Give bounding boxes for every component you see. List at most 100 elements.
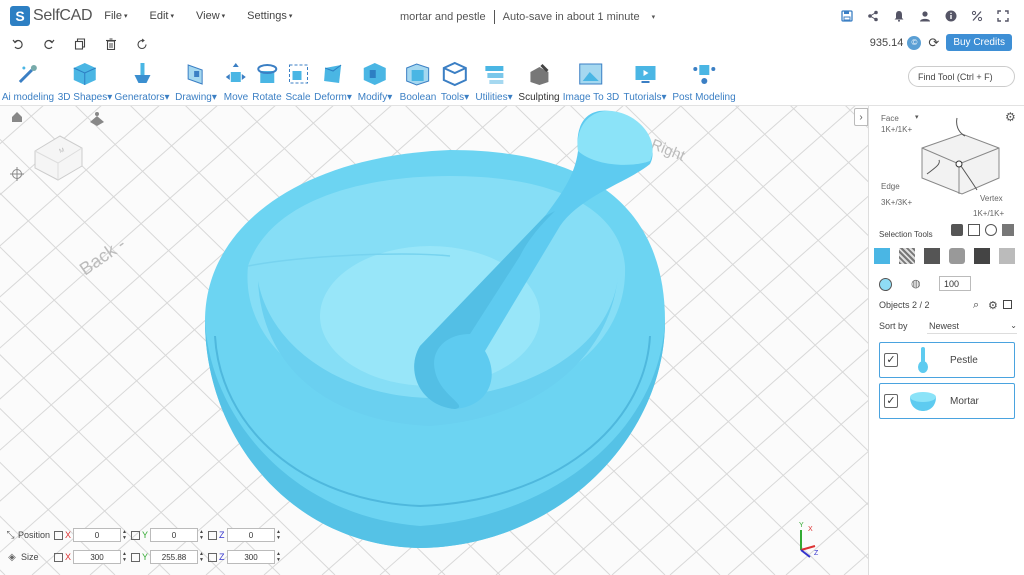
pestle-visibility-checkbox[interactable]: ✓: [884, 353, 898, 367]
lock-x-checkbox[interactable]: [54, 530, 63, 540]
lock-size-x-checkbox[interactable]: [54, 552, 63, 562]
texture-icon[interactable]: ◍: [911, 277, 921, 290]
chevron-down-icon[interactable]: ▾: [652, 13, 656, 21]
select-lasso-icon[interactable]: [968, 224, 980, 236]
share-icon[interactable]: [860, 7, 886, 25]
select-rect-icon[interactable]: [951, 224, 963, 236]
tool-3d-shapes[interactable]: 3D Shapes▾: [57, 60, 113, 103]
tool-tools[interactable]: Tools▾: [441, 60, 469, 103]
selection-mode-cube[interactable]: [917, 116, 1003, 196]
copy-icon[interactable]: [64, 34, 95, 54]
stepper-icon[interactable]: ▲ ▼: [122, 529, 127, 541]
lock-z-checkbox[interactable]: [208, 530, 217, 540]
menu-settings[interactable]: Settings ▾: [247, 10, 292, 22]
tool-scale[interactable]: Scale: [285, 60, 311, 103]
home-icon[interactable]: [12, 112, 22, 122]
size-z-field[interactable]: 300 ▲ ▼: [227, 550, 281, 564]
face-label[interactable]: Face: [881, 114, 899, 123]
tool-move[interactable]: Move: [224, 60, 248, 103]
menu-edit[interactable]: Edit ▾: [150, 10, 174, 22]
select-object-icon[interactable]: [874, 248, 890, 264]
tool-image-to-3d[interactable]: Image To 3D: [563, 60, 619, 103]
bell-icon[interactable]: [886, 7, 912, 25]
stepper-icon[interactable]: ▲ ▼: [122, 551, 127, 563]
caret-icon: ▾: [221, 13, 226, 20]
search-icon[interactable]: ⌕: [973, 299, 979, 312]
app-logo[interactable]: S SelfCAD: [10, 6, 93, 26]
edge-label[interactable]: Edge: [881, 182, 900, 191]
tool-deform[interactable]: Deform▾: [314, 60, 352, 103]
reset-icon[interactable]: [126, 34, 157, 54]
top-bar: S SelfCAD File ▾ Edit ▾ View ▾ Settings ▾ mo…: [0, 0, 1024, 32]
size-x-field[interactable]: 300 ▲ ▼: [73, 550, 127, 564]
size-y-field[interactable]: 255.88 ▲ ▼: [150, 550, 204, 564]
position-y-field[interactable]: 0 ▲ ▼: [150, 528, 204, 542]
3d-viewport[interactable]: Back - Right M Y X Z: [0, 106, 868, 575]
tool-boolean[interactable]: Boolean: [400, 60, 436, 103]
select-solid-icon[interactable]: [974, 248, 990, 264]
brush-size-input[interactable]: 100: [939, 276, 971, 291]
redo-icon[interactable]: [33, 34, 64, 54]
select-edges-icon[interactable]: [924, 248, 940, 264]
top-icons: [834, 7, 1016, 25]
stepper-icon[interactable]: ▲ ▼: [276, 551, 281, 563]
stepper-icon[interactable]: ▲ ▼: [276, 529, 281, 541]
tool-sculpting[interactable]: Sculpting: [518, 60, 560, 103]
settings-gear-icon[interactable]: ⚙: [988, 299, 998, 312]
lock-size-z-checkbox[interactable]: [208, 552, 217, 562]
percent-icon[interactable]: [964, 7, 990, 25]
tool-label: Generators▾: [114, 92, 170, 103]
tool-rotate[interactable]: Rotate: [252, 60, 282, 103]
tool-tutorials[interactable]: Tutorials▾: [624, 60, 667, 103]
app-name: SelfCAD: [33, 7, 93, 24]
lock-y-checkbox[interactable]: [131, 530, 140, 540]
select-faces-icon[interactable]: [949, 248, 965, 264]
mortar-visibility-checkbox[interactable]: ✓: [884, 394, 898, 408]
scene-canvas[interactable]: Back - Right M Y X Z: [0, 106, 868, 575]
buy-credits-button[interactable]: Buy Credits: [946, 34, 1012, 51]
object-item-pestle[interactable]: ✓ Pestle: [879, 342, 1015, 378]
target-icon[interactable]: [10, 167, 24, 181]
sort-select[interactable]: Newest ⌄: [927, 318, 1017, 334]
tool-generators[interactable]: Generators▾: [114, 60, 170, 103]
caret-icon: ▾: [288, 13, 293, 20]
select-plane-icon[interactable]: [999, 248, 1015, 264]
tool-modify[interactable]: Modify▾: [358, 60, 392, 103]
user-icon[interactable]: [912, 7, 938, 25]
fullscreen-icon[interactable]: [990, 7, 1016, 25]
menu-file[interactable]: File ▾: [104, 10, 127, 22]
main-menu: File ▾ Edit ▾ View ▾ Settings ▾: [104, 10, 314, 22]
view-cube[interactable]: M: [34, 135, 83, 181]
find-tool-search[interactable]: Find Tool (Ctrl + F): [908, 66, 1015, 87]
stepper-icon[interactable]: ▲ ▼: [199, 551, 204, 563]
lock-size-y-checkbox[interactable]: [131, 552, 140, 562]
tool-label: 3D Shapes▾: [57, 92, 113, 103]
object-item-mortar[interactable]: ✓ Mortar: [879, 383, 1015, 419]
select-wireframe-icon[interactable]: [899, 248, 915, 264]
tool-post-modeling[interactable]: Post Modeling: [672, 60, 736, 103]
gear-icon[interactable]: ⚙: [1005, 110, 1016, 124]
tool-drawing[interactable]: Drawing▾: [175, 60, 217, 103]
undo-icon[interactable]: [2, 34, 33, 54]
document-title-bar[interactable]: mortar and pestle Auto-save in about 1 m…: [400, 10, 655, 24]
tool-ai-modeling[interactable]: Ai modeling: [2, 60, 54, 103]
delete-icon[interactable]: [95, 34, 126, 54]
refresh-icon[interactable]: ⟳: [928, 35, 939, 51]
save-icon[interactable]: [834, 7, 860, 25]
position-x-field[interactable]: 0 ▲ ▼: [73, 528, 127, 542]
select-connected-icon[interactable]: [1002, 224, 1014, 236]
menu-view[interactable]: View ▾: [196, 10, 225, 22]
info-icon[interactable]: [938, 7, 964, 25]
document-title[interactable]: mortar and pestle: [400, 11, 486, 23]
select-paint-icon[interactable]: [985, 224, 997, 236]
stepper-icon[interactable]: ▲ ▼: [199, 529, 204, 541]
title-divider: [493, 10, 495, 24]
tool-label: Sculpting: [518, 92, 560, 103]
menu-file-label: File: [104, 10, 122, 22]
tool-utilities[interactable]: Utilities▾: [475, 60, 513, 103]
mortar-thumbnail: [908, 387, 938, 415]
panel-collapse-button[interactable]: ›: [854, 108, 868, 126]
color-picker-icon[interactable]: [879, 278, 892, 291]
expand-list-icon[interactable]: [1003, 300, 1012, 309]
position-z-field[interactable]: 0 ▲ ▼: [227, 528, 281, 542]
